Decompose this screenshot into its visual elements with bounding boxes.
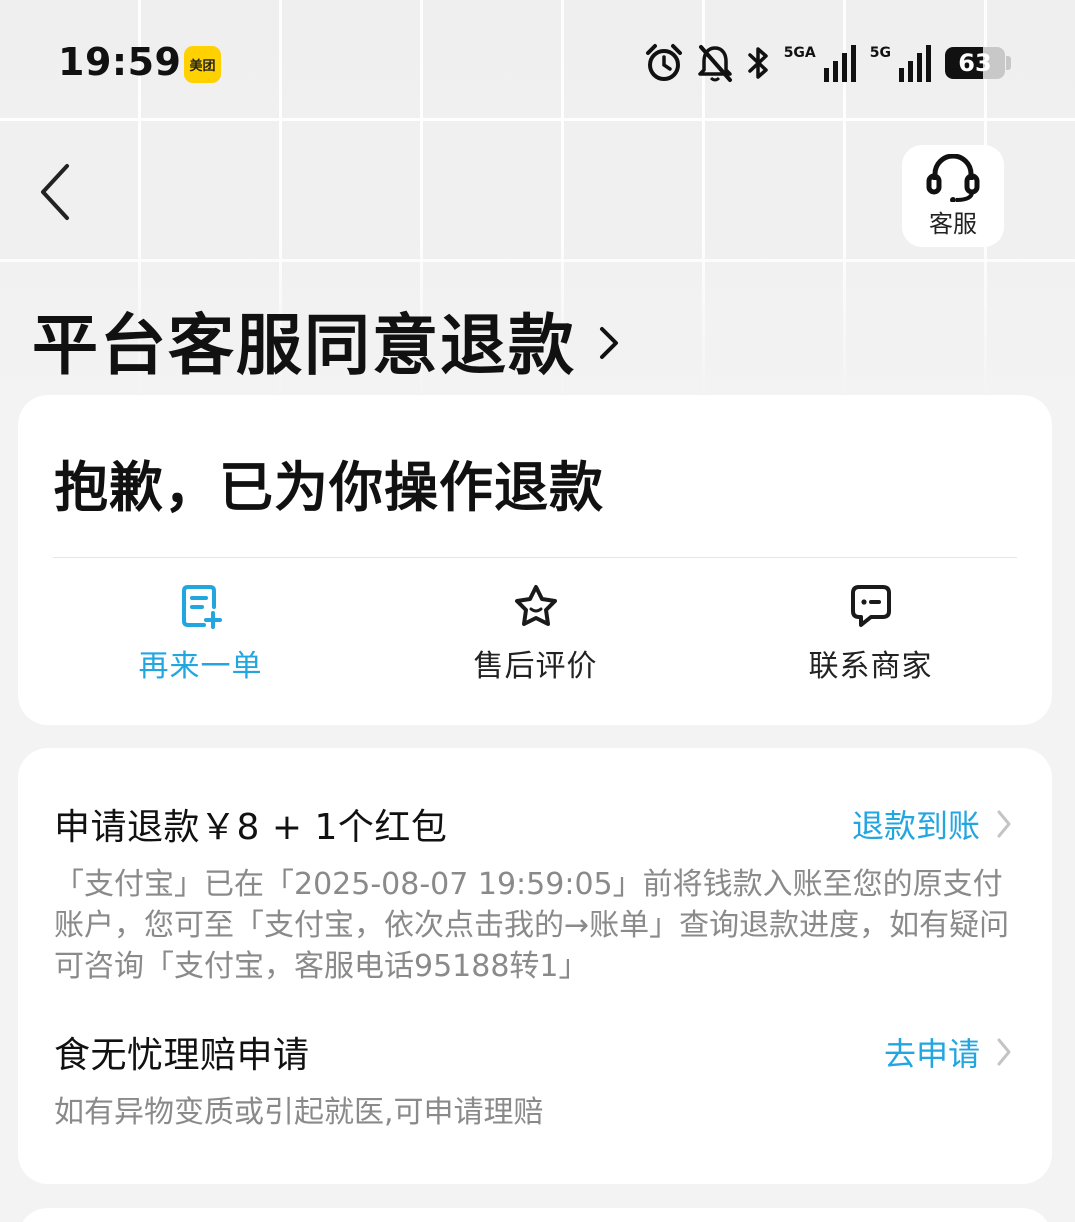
customer-service-label: 客服 [929,209,977,238]
claim-apply-label: 去申请 [883,1035,980,1073]
reorder-button[interactable]: 再来一单 [33,581,368,685]
status-bar: 19:59 美团 5GA 5G 63 [0,0,1075,125]
signal-5ga-icon [823,45,856,82]
bluetooth-icon [747,47,768,79]
back-arrow-icon [41,164,69,220]
action-row: 再来一单 售后评价 联系商家 [18,581,1052,685]
mute-bell-icon [697,45,732,82]
chevron-right-icon [997,810,1011,838]
signal-5ga-label: 5GA [783,45,816,61]
contact-merchant-button[interactable]: 联系商家 [703,581,1038,685]
page-title-row[interactable]: 平台客服同意退款 [32,292,620,388]
reorder-label: 再来一单 [138,649,263,684]
claim-apply-link[interactable]: 去申请 [884,1029,1012,1075]
refund-row: 申请退款￥8 + 1个红包 退款到账 [54,798,1012,850]
refund-title: 申请退款￥8 + 1个红包 [54,807,448,848]
contact-merchant-label: 联系商家 [808,649,933,684]
signal-5g-label: 5G [869,45,891,61]
chat-icon [850,585,891,627]
alarm-icon [645,44,682,81]
refund-detail-card: 申请退款￥8 + 1个红包 退款到账 「支付宝」已在「2025-08-07 19… [18,748,1052,1184]
claim-description: 如有异物变质或引起就医,可申请理赔 [54,1095,544,1130]
battery-icon: 63 [945,46,1011,80]
claim-row: 食无忧理赔申请 去申请 [54,1026,1012,1078]
signal-5g-icon [899,45,931,82]
headset-icon [926,153,980,202]
back-button[interactable] [30,160,80,224]
status-time: 19:59 [58,40,182,84]
after-sale-review-button[interactable]: 售后评价 [368,581,703,685]
battery-percent: 63 [958,49,992,77]
chevron-right-icon [600,327,618,359]
page-title: 平台客服同意退款 [32,307,576,384]
customer-service-button[interactable]: 客服 [902,145,1004,247]
divider [53,557,1017,558]
meituan-app-badge: 美团 [184,46,221,83]
review-label: 售后评价 [473,649,598,684]
next-card [18,1208,1052,1222]
claim-title: 食无忧理赔申请 [54,1035,310,1076]
status-icons: 5GA 5G 63 [644,42,1011,84]
refund-status-card: 抱歉，已为你操作退款 再来一单 售后评价 联系商家 [18,395,1052,725]
refund-description: 「支付宝」已在「2025-08-07 19:59:05」前将钱款入账至您的原支付… [54,867,1010,984]
refund-arrival-label: 退款到账 [851,807,980,845]
chevron-right-icon [997,1038,1011,1066]
status-message: 抱歉，已为你操作退款 [54,456,604,519]
star-icon [514,585,557,626]
refund-arrival-link[interactable]: 退款到账 [852,801,1012,847]
reorder-icon [181,585,222,629]
